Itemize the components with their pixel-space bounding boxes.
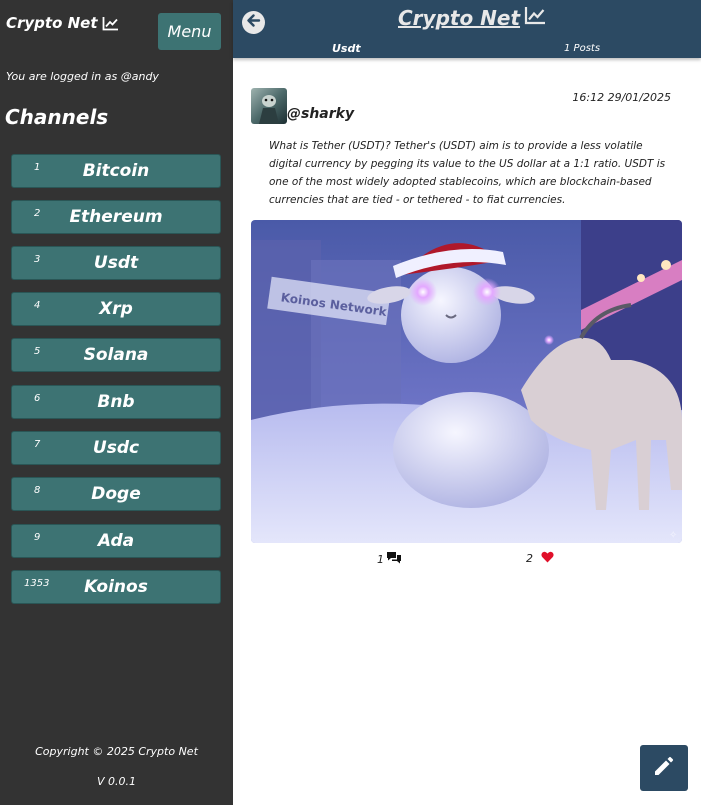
pencil-icon (652, 754, 676, 782)
posts-count: 1 Posts (564, 43, 601, 54)
channel-name: Koinos (84, 577, 148, 597)
like-button[interactable]: 2 (526, 551, 554, 566)
sidebar: Crypto Net Menu You are logged in as @an… (0, 0, 233, 805)
comments-button[interactable]: 1 (377, 551, 402, 567)
channel-header: Crypto Net Usdt 1 Posts (233, 0, 701, 58)
channel-button-xrp[interactable]: 4 Xrp (11, 292, 221, 326)
current-channel-name: Usdt (332, 42, 361, 55)
channel-name: Ethereum (69, 207, 163, 227)
channel-name: Bnb (97, 392, 135, 412)
post-author[interactable]: @sharky (287, 106, 354, 122)
comment-count: 1 (377, 552, 384, 566)
channel-name: Solana (83, 345, 149, 365)
channel-button-bnb[interactable]: 6 Bnb (11, 385, 221, 419)
post-image[interactable]: Koinos Network ✧ (251, 220, 682, 543)
channel-name: Usdt (93, 253, 139, 273)
svg-text:✧: ✧ (669, 530, 677, 541)
channel-button-solana[interactable]: 5 Solana (11, 338, 221, 372)
channel-name: Xrp (99, 299, 133, 319)
channel-button-ada[interactable]: 9 Ada (11, 524, 221, 558)
channels-heading: Channels (5, 105, 109, 129)
heart-icon (541, 551, 554, 566)
comments-icon (386, 551, 402, 567)
brand-name: Crypto Net (6, 14, 98, 32)
chart-line-icon (524, 6, 546, 30)
copyright-text: Copyright © 2025 Crypto Net (35, 745, 198, 758)
post-body: What is Tether (USDT)? Tether's (USDT) a… (269, 140, 666, 206)
channel-name: Doge (91, 484, 141, 504)
new-post-button[interactable] (640, 745, 688, 791)
logged-in-text: You are logged in as @andy (6, 70, 159, 83)
channel-button-usdt[interactable]: 3 Usdt (11, 246, 221, 280)
site-title-link[interactable]: Crypto Net (398, 6, 546, 30)
channel-button-koinos[interactable]: 1353 Koinos (11, 570, 221, 604)
site-title: Crypto Net (398, 6, 521, 30)
channel-name: Ada (97, 531, 135, 551)
menu-button[interactable]: Menu (158, 13, 221, 50)
chart-line-icon (102, 16, 119, 31)
back-button[interactable] (242, 11, 265, 34)
arrow-left-icon (246, 13, 261, 32)
channel-name: Bitcoin (82, 161, 150, 181)
brand[interactable]: Crypto Net (6, 14, 119, 32)
avatar[interactable] (251, 88, 287, 124)
like-count: 2 (526, 552, 533, 565)
channel-button-usdc[interactable]: 7 Usdc (11, 431, 221, 465)
version-text: V 0.0.1 (96, 775, 136, 788)
channel-name: Usdc (92, 438, 140, 458)
channel-button-ethereum[interactable]: 2 Ethereum (11, 200, 221, 234)
post-timestamp: 16:12 29/01/2025 (572, 91, 671, 104)
channel-button-doge[interactable]: 8 Doge (11, 477, 221, 511)
channel-button-bitcoin[interactable]: 1 Bitcoin (11, 154, 221, 188)
